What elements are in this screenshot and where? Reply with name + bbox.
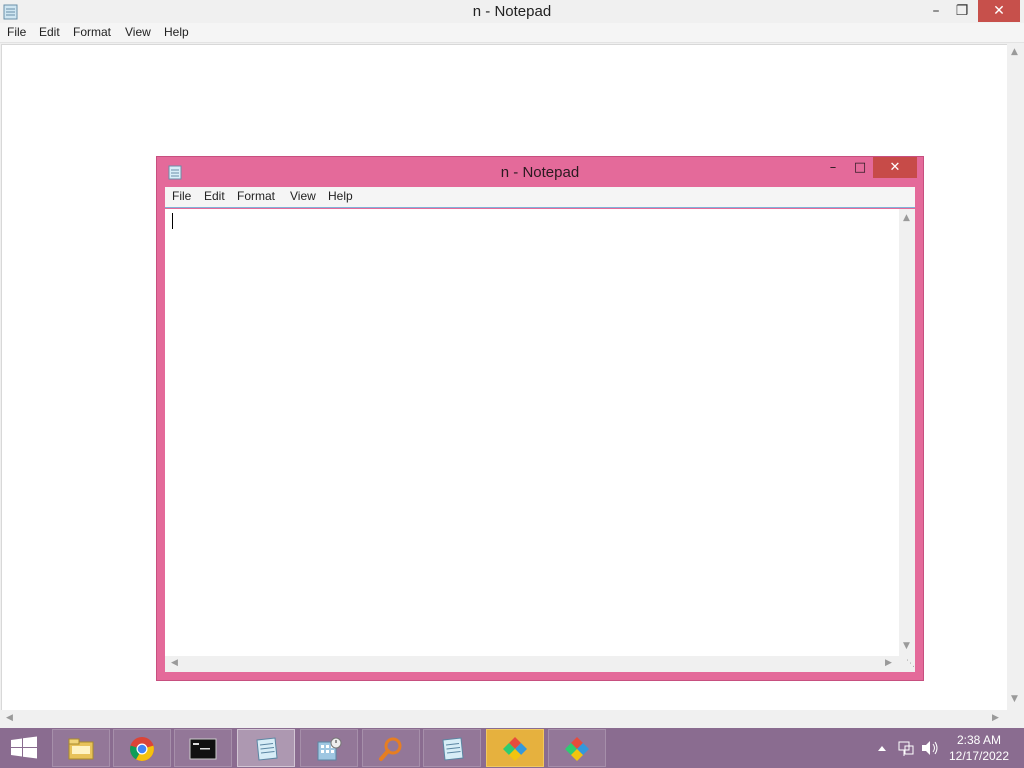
taskbar-button-search[interactable] xyxy=(362,729,420,767)
scroll-right-arrow-icon[interactable]: ▶ xyxy=(992,713,999,723)
scroll-up-arrow-icon[interactable]: ▲ xyxy=(903,213,910,223)
text-editor-area[interactable] xyxy=(165,209,899,656)
taskbar-button-command-prompt[interactable] xyxy=(174,729,232,767)
close-button[interactable]: ✕ xyxy=(978,0,1020,22)
scroll-left-arrow-icon[interactable]: ◀ xyxy=(171,658,178,668)
menu-help[interactable]: Help xyxy=(164,25,189,39)
clock-date: 12/17/2022 xyxy=(948,749,1010,763)
menu-bar: File Edit Format View Help xyxy=(0,23,1024,43)
notepad-icon xyxy=(256,737,278,761)
foreground-notepad-window[interactable]: n - Notepad – □ ✕ File Edit Format View … xyxy=(156,156,924,681)
clock-time: 2:38 AM xyxy=(956,733,1002,747)
menu-edit[interactable]: Edit xyxy=(204,189,225,203)
taskbar-button-app[interactable] xyxy=(548,729,606,767)
scroll-right-arrow-icon[interactable]: ▶ xyxy=(885,658,892,668)
scroll-down-arrow-icon[interactable]: ▼ xyxy=(1011,694,1018,704)
restore-button[interactable]: ❐ xyxy=(951,0,973,22)
calculator-icon xyxy=(317,737,342,761)
volume-icon[interactable] xyxy=(920,728,940,768)
taskbar: 2:38 AM 12/17/2022 xyxy=(0,728,1024,768)
vertical-scrollbar[interactable]: ▲ ▼ xyxy=(899,209,915,656)
chrome-icon xyxy=(130,737,154,761)
notepad-icon xyxy=(442,737,464,761)
menu-format[interactable]: Format xyxy=(73,25,111,39)
show-hidden-icons-arrow-icon[interactable] xyxy=(875,728,889,768)
taskbar-button-calculator[interactable] xyxy=(300,729,358,767)
network-icon[interactable] xyxy=(896,728,916,768)
windows-start-icon[interactable] xyxy=(0,728,48,768)
text-caret xyxy=(172,213,173,229)
minimize-button[interactable]: – xyxy=(925,0,947,22)
resize-grip-icon[interactable]: ⋱ xyxy=(899,656,915,672)
menu-file[interactable]: File xyxy=(172,189,191,203)
search-magnifier-icon xyxy=(379,737,402,761)
menu-view[interactable]: View xyxy=(290,189,316,203)
title-bar: n - Notepad – ❐ ✕ xyxy=(0,0,1024,23)
horizontal-scrollbar[interactable]: ◀ ▶ xyxy=(0,710,1007,727)
minimize-button[interactable]: – xyxy=(822,157,844,178)
menu-bar: File Edit Format View Help xyxy=(165,187,915,208)
window-title: n - Notepad xyxy=(472,3,552,20)
menu-help[interactable]: Help xyxy=(328,189,353,203)
vertical-scrollbar[interactable]: ▲ ▼ xyxy=(1007,44,1024,710)
command-prompt-icon xyxy=(189,738,217,760)
taskbar-button-file-explorer[interactable] xyxy=(52,729,110,767)
system-clock[interactable]: 2:38 AM 12/17/2022 xyxy=(940,732,1018,764)
app-diamond-icon xyxy=(565,737,589,761)
scroll-up-arrow-icon[interactable]: ▲ xyxy=(1011,47,1018,57)
menu-format[interactable]: Format xyxy=(237,189,275,203)
app-diamond-icon xyxy=(503,737,527,761)
taskbar-button-chrome[interactable] xyxy=(113,729,171,767)
taskbar-button-app-highlighted[interactable] xyxy=(486,729,544,767)
scroll-left-arrow-icon[interactable]: ◀ xyxy=(6,713,13,723)
horizontal-scrollbar[interactable]: ◀ ▶ xyxy=(165,656,899,672)
maximize-button[interactable]: □ xyxy=(849,157,871,178)
menu-edit[interactable]: Edit xyxy=(39,25,60,39)
scroll-down-arrow-icon[interactable]: ▼ xyxy=(903,641,910,651)
close-button[interactable]: ✕ xyxy=(873,157,917,178)
taskbar-button-notepad[interactable] xyxy=(423,729,481,767)
menu-view[interactable]: View xyxy=(125,25,151,39)
file-explorer-icon xyxy=(68,738,94,760)
menu-file[interactable]: File xyxy=(7,25,26,39)
taskbar-button-notepad-active[interactable] xyxy=(237,729,295,767)
window-title: n - Notepad xyxy=(500,164,580,181)
